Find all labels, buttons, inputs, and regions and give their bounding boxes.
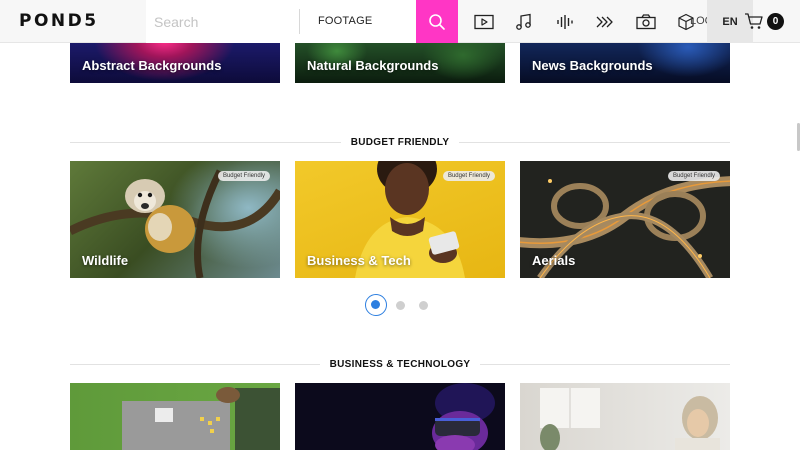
pond5-logo[interactable]: POND5 [19,11,99,31]
section-heading-budget-friendly: BUDGET FRIENDLY [70,137,730,148]
sound-effects-icon [557,15,573,29]
budget-friendly-badge: Budget Friendly [667,171,720,181]
music-icon [516,13,531,30]
teamwork-thumbnail [122,387,280,450]
card-label: Aerials [532,253,576,268]
category-card-wildlife[interactable]: Budget Friendly Wildlife [70,161,280,278]
category-card-vr-technology[interactable] [295,383,505,450]
cart-count-badge: 0 [767,13,784,30]
card-label: Wildlife [82,253,129,268]
after-effects-icon [596,16,613,28]
category-card-business-person[interactable] [520,383,730,450]
heading-rule [459,142,730,143]
photo-nav-button[interactable] [635,11,657,33]
pagination-dot[interactable] [419,301,428,310]
search-button[interactable] [416,0,458,43]
photo-icon [636,14,656,30]
category-card-natural-backgrounds[interactable]: Natural Backgrounds [295,43,505,83]
music-nav-button[interactable] [513,11,535,33]
card-label: Natural Backgrounds [307,58,439,73]
pagination-dot-active[interactable] [365,294,387,316]
carousel-pagination [0,294,800,316]
section-title: BUDGET FRIENDLY [350,137,450,148]
category-card-business-tech[interactable]: Budget Friendly Business & Tech [295,161,505,278]
section-title: BUSINESS & TECHNOLOGY [329,359,471,370]
video-nav-button[interactable] [473,11,495,33]
heading-rule [70,364,320,365]
category-card-abstract-backgrounds[interactable]: Abstract Backgrounds [70,43,280,83]
vr-thumbnail [432,383,495,450]
pagination-dot[interactable] [396,301,405,310]
card-label: Business & Tech [307,253,411,268]
site-header: POND5 FOOTAGE [0,0,800,43]
card-label: News Backgrounds [532,58,653,73]
budget-friendly-badge: Budget Friendly [442,171,495,181]
search-icon [429,13,445,30]
heading-rule [70,142,341,143]
media-type-select[interactable]: FOOTAGE [318,15,372,27]
business-person-thumbnail [540,388,720,450]
video-icon [474,14,494,30]
category-card-aerials[interactable]: Budget Friendly Aerials [520,161,730,278]
search-divider [299,9,300,34]
cart-icon [745,13,763,29]
budget-friendly-badge: Budget Friendly [217,171,270,181]
card-label: Abstract Backgrounds [82,58,222,73]
after-effects-nav-button[interactable] [594,11,616,33]
search-input[interactable] [146,0,298,43]
sound-effects-nav-button[interactable] [554,11,576,33]
search-bar: FOOTAGE [146,0,416,43]
heading-rule [480,364,731,365]
section-heading-business-technology: BUSINESS & TECHNOLOGY [70,359,731,370]
category-card-business-teamwork[interactable] [70,383,280,450]
cart-button[interactable] [744,12,766,32]
category-card-news-backgrounds[interactable]: News Backgrounds [520,43,730,83]
